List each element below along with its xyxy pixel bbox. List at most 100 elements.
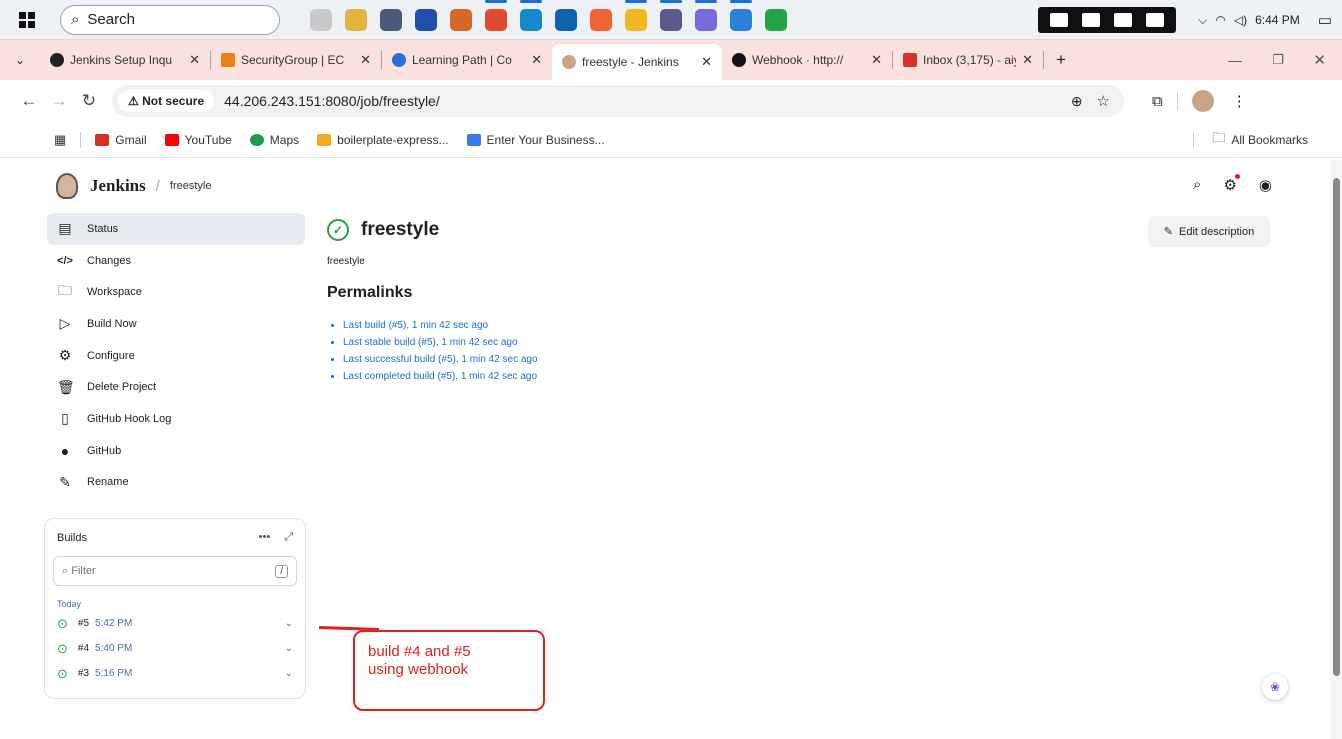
minimize-icon[interactable]: — <box>1228 52 1242 68</box>
bookmark-boilerplate[interactable]: boilerplate-express... <box>317 133 449 147</box>
extensions-icon[interactable]: ⧉ <box>1152 93 1163 110</box>
build-number[interactable]: #3 <box>78 668 89 679</box>
not-secure-badge[interactable]: ⚠ Not secure <box>118 90 215 112</box>
build-time[interactable]: 5:16 PM <box>95 668 285 679</box>
close-icon[interactable]: ✕ <box>360 52 371 68</box>
search-icon[interactable]: ⌕ <box>1193 176 1201 194</box>
tab-jenkins-setup[interactable]: Jenkins Setup Inqu ✕ <box>40 44 210 76</box>
permalink-last-build[interactable]: Last build (#5), 1 min 42 sec ago <box>343 320 538 337</box>
sidebar-item-label: Rename <box>87 476 129 489</box>
window-close-icon[interactable]: ✕ <box>1313 51 1326 69</box>
window-icon[interactable] <box>1114 13 1133 27</box>
url-input[interactable]: ⚠ Not secure 44.206.243.151:8080/job/fre… <box>112 85 1124 117</box>
tab-search-icon[interactable]: ⌄ <box>0 53 40 67</box>
sidebar-item-workspace[interactable]: 🗀 Workspace <box>47 276 305 308</box>
kebab-menu-icon[interactable]: ⋮ <box>1232 92 1247 110</box>
close-icon[interactable]: ✕ <box>189 52 200 68</box>
tab-inbox[interactable]: Inbox (3,175) - aiy ✕ <box>893 44 1043 76</box>
sidebar-item-status[interactable]: ▤ Status <box>47 213 305 245</box>
close-icon[interactable]: ✕ <box>531 52 542 68</box>
medal-icon[interactable] <box>345 8 367 31</box>
bookmark-star-icon[interactable]: ☆ <box>1097 92 1110 110</box>
tab-security-group[interactable]: SecurityGroup | EC ✕ <box>211 44 381 76</box>
chevron-down-icon[interactable]: ⌄ <box>285 618 293 629</box>
taskbar-search[interactable]: ⌕ Search <box>60 4 280 35</box>
build-row[interactable]: ⊙ #3 5:16 PM ⌄ <box>45 661 305 686</box>
back-icon[interactable]: ← <box>14 91 44 111</box>
sidebar-item-rename[interactable]: ✎ Rename <box>47 467 305 499</box>
new-tab-icon[interactable]: + <box>1056 50 1066 70</box>
file-explorer-icon[interactable] <box>625 0 647 31</box>
manage-jenkins-gear-icon[interactable]: ⚙ <box>1223 174 1240 194</box>
tab-freestyle-jenkins[interactable]: freestyle - Jenkins ✕ <box>552 44 722 80</box>
notification-icon[interactable]: ▭ <box>1318 11 1332 29</box>
windows-start-icon[interactable] <box>12 11 42 28</box>
build-number[interactable]: #4 <box>78 643 89 654</box>
outlook-icon[interactable] <box>555 8 577 31</box>
chrome-icon[interactable] <box>485 0 507 31</box>
profile-avatar[interactable] <box>1191 90 1214 112</box>
scrollbar-thumb[interactable] <box>1333 178 1340 676</box>
settings-icon[interactable] <box>1146 13 1165 27</box>
video-icon[interactable] <box>1082 13 1101 27</box>
build-time[interactable]: 5:42 PM <box>95 618 285 629</box>
edit-description-button[interactable]: ✎ Edit description <box>1148 216 1270 247</box>
build-row[interactable]: ⊙ #4 5:40 PM ⌄ <box>45 636 305 661</box>
app-icon[interactable] <box>450 8 472 31</box>
edge-icon[interactable] <box>520 0 542 31</box>
brave-icon[interactable] <box>590 8 612 31</box>
close-icon[interactable]: ✕ <box>871 52 882 68</box>
sidebar-item-github[interactable]: ● GitHub <box>47 435 305 467</box>
assistant-icon[interactable]: ❀ <box>1262 674 1288 700</box>
reload-icon[interactable]: ↻ <box>74 91 104 111</box>
builds-filter-input[interactable]: ⌕ Filter / <box>53 556 297 586</box>
screen-capture-toolbar[interactable] <box>1038 7 1177 33</box>
camera-icon[interactable] <box>1050 13 1069 27</box>
bookmark-youtube[interactable]: YouTube <box>164 133 232 147</box>
page-scrollbar[interactable] <box>1330 160 1342 739</box>
more-options-icon[interactable]: ••• <box>259 531 271 544</box>
sidebar-item-build-now[interactable]: ▷ Build Now <box>47 308 305 340</box>
expand-icon[interactable]: ⤢ <box>284 531 293 544</box>
forward-icon[interactable]: → <box>44 91 74 111</box>
close-icon[interactable]: ✕ <box>1022 52 1033 68</box>
close-icon[interactable]: ✕ <box>701 54 712 70</box>
zoom-icon[interactable]: ⊕ <box>1071 93 1083 110</box>
store-icon[interactable] <box>415 8 437 31</box>
apps-grid-icon[interactable]: ▦ <box>54 132 66 148</box>
bookmark-gmail[interactable]: Gmail <box>95 133 147 147</box>
sidebar-item-delete-project[interactable]: 🗑 Delete Project <box>47 371 305 403</box>
restore-icon[interactable]: ❐ <box>1272 52 1284 68</box>
clock[interactable]: 6:44 PM <box>1255 13 1300 27</box>
chevron-up-icon[interactable]: ⌵ <box>1198 13 1207 28</box>
sidebar-item-changes[interactable]: </> Changes <box>47 245 305 277</box>
tab-learning-path[interactable]: Learning Path | Co ✕ <box>382 44 552 76</box>
sidebar-item-github-hook-log[interactable]: ▯ GitHub Hook Log <box>47 403 305 435</box>
build-time[interactable]: 5:40 PM <box>95 643 285 654</box>
whatsapp-icon[interactable] <box>765 8 787 31</box>
bookmark-business[interactable]: Enter Your Business... <box>466 133 605 147</box>
jenkins-logo-icon[interactable] <box>56 173 78 199</box>
all-bookmarks[interactable]: 🗀 All Bookmarks <box>1212 129 1308 151</box>
permalink-last-completed-build[interactable]: Last completed build (#5), 1 min 42 sec … <box>343 371 538 388</box>
widgets-icon[interactable] <box>310 8 332 31</box>
build-number[interactable]: #5 <box>78 618 89 629</box>
bookmark-maps[interactable]: Maps <box>249 133 299 147</box>
task-view-icon[interactable] <box>380 8 402 31</box>
volume-icon[interactable]: ◁) <box>1234 13 1247 27</box>
tab-webhook[interactable]: Webhook · http:// ✕ <box>722 44 892 76</box>
wifi-icon[interactable]: ◠ <box>1215 13 1225 27</box>
user-account-icon[interactable]: ◉ <box>1259 176 1272 194</box>
app2-icon[interactable] <box>660 0 682 31</box>
permalink-last-stable-build[interactable]: Last stable build (#5), 1 min 42 sec ago <box>343 337 538 354</box>
permalink-last-successful-build[interactable]: Last successful build (#5), 1 min 42 sec… <box>343 354 538 371</box>
chevron-down-icon[interactable]: ⌄ <box>285 668 293 679</box>
chevron-down-icon[interactable]: ⌄ <box>285 643 293 654</box>
copilot-icon[interactable] <box>695 0 717 31</box>
sidebar-item-label: Changes <box>87 254 132 267</box>
build-row[interactable]: ⊙ #5 5:42 PM ⌄ <box>45 611 305 636</box>
jenkins-brand[interactable]: Jenkins <box>90 176 146 196</box>
sidebar-item-configure[interactable]: ⚙ Configure <box>47 340 305 372</box>
vscode-icon[interactable] <box>730 0 752 31</box>
breadcrumb-freestyle[interactable]: freestyle <box>170 180 212 192</box>
